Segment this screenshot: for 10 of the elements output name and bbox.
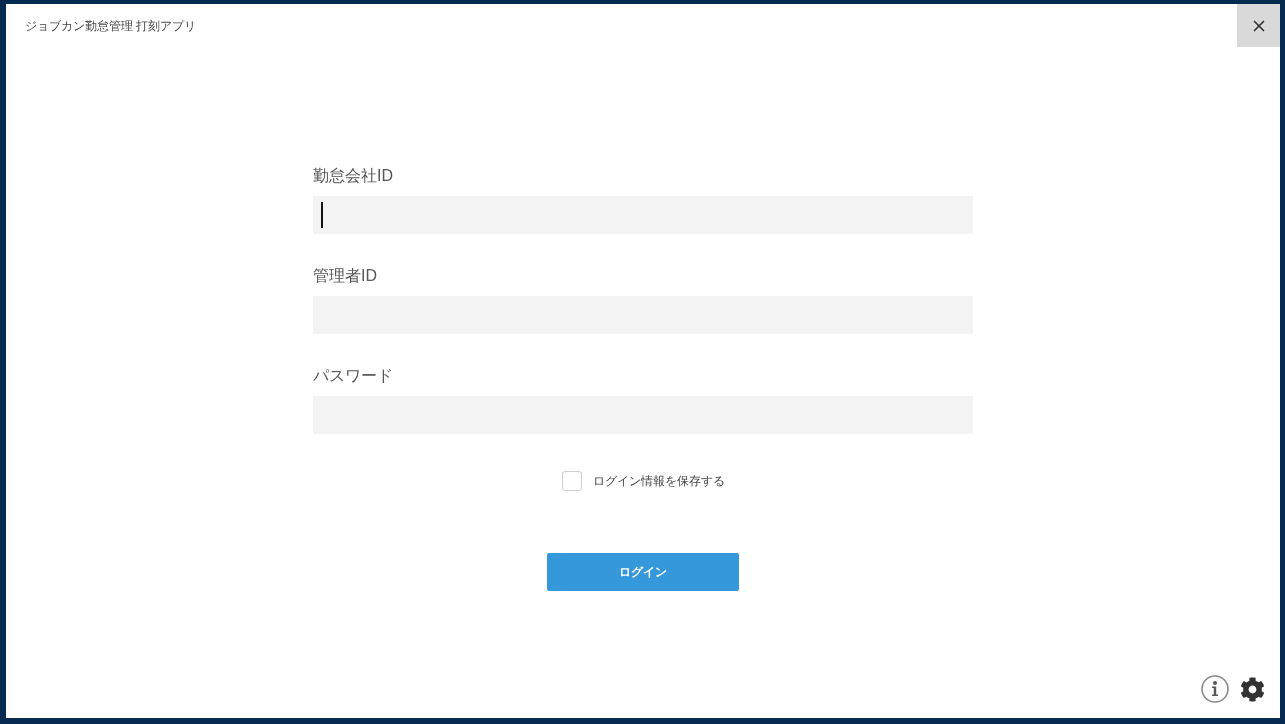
input-field[interactable] — [313, 196, 973, 234]
settings-icon[interactable] — [1240, 676, 1265, 702]
checkbox-label[interactable]: ログイン情報を保存する — [592, 473, 725, 489]
close-button[interactable] — [1237, 4, 1280, 47]
window-title: ジョブカン勤怠管理 打刻アプリ — [25, 18, 197, 34]
field-label: パスワード — [313, 366, 393, 386]
field-label: 管理者ID — [313, 266, 377, 286]
field-label: 勤怠会社ID — [313, 166, 393, 186]
info-icon[interactable] — [1201, 675, 1229, 703]
checkbox[interactable] — [561, 471, 582, 491]
